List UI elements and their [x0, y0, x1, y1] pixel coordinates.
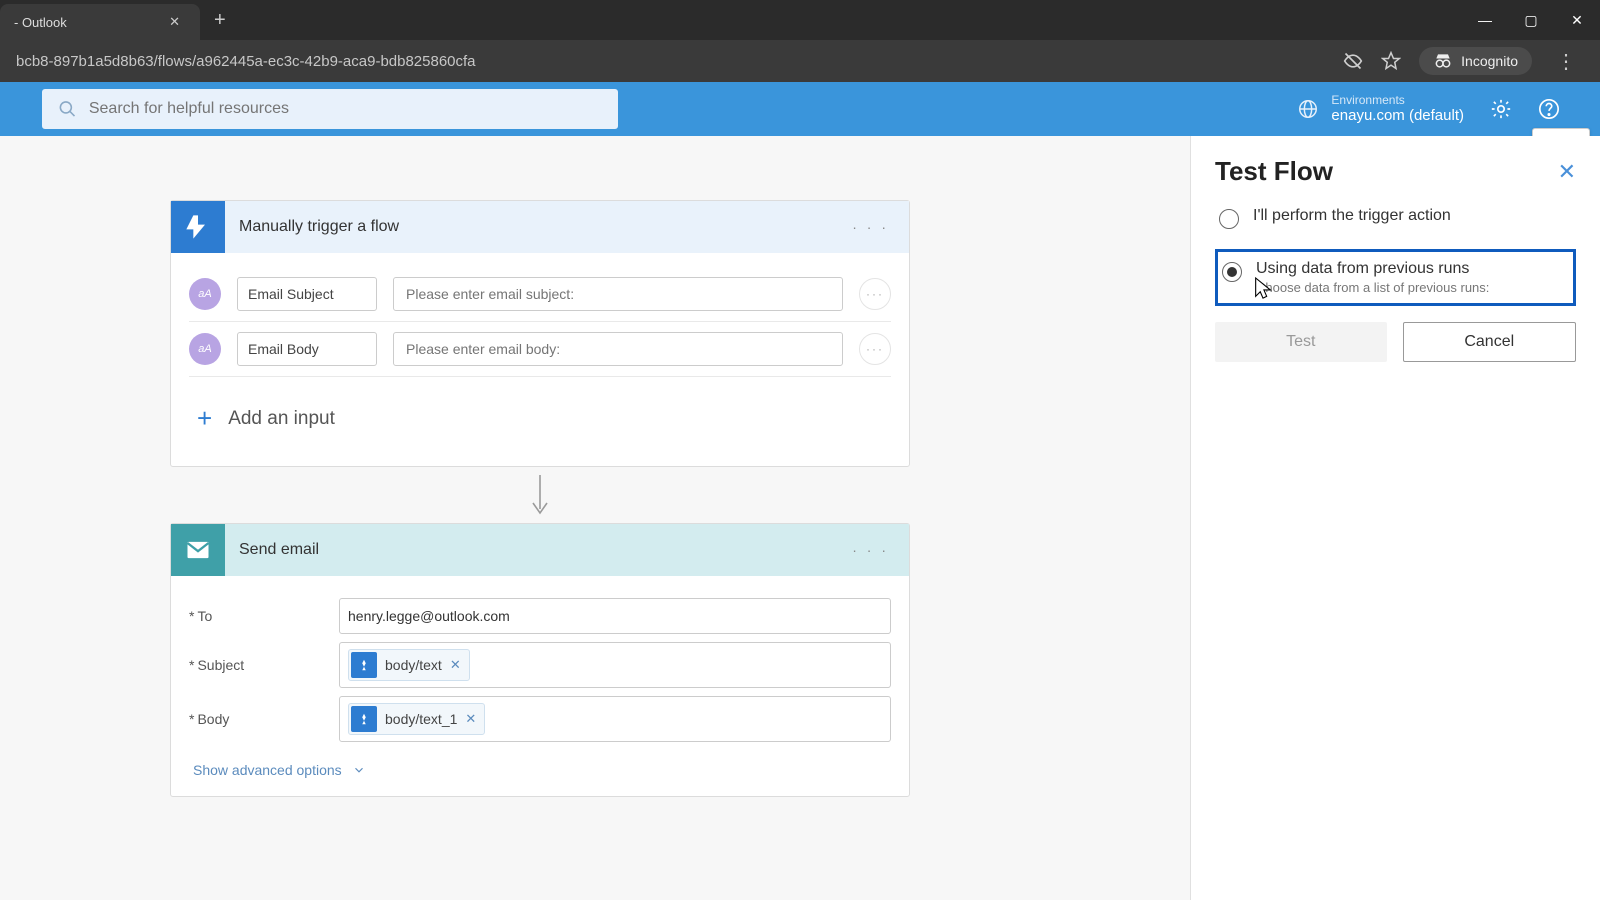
incognito-badge[interactable]: Incognito	[1419, 47, 1532, 75]
window-controls: — ▢ ✕	[1462, 0, 1600, 40]
gear-icon[interactable]	[1490, 98, 1512, 120]
eye-off-icon[interactable]	[1343, 51, 1363, 71]
param-menu-icon[interactable]: ···	[859, 333, 891, 365]
browser-menu-icon[interactable]: ⋮	[1550, 49, 1582, 74]
trigger-card-header[interactable]: Manually trigger a flow · · ·	[171, 201, 909, 253]
flow-arrow-icon	[170, 467, 910, 523]
token-remove-icon[interactable]: ✕	[465, 711, 476, 727]
subject-label: *Subject	[189, 657, 339, 673]
trigger-icon	[171, 201, 225, 253]
tab-close-icon[interactable]: ✕	[163, 12, 186, 32]
mail-icon	[171, 524, 225, 576]
param-value-input[interactable]	[393, 332, 843, 366]
app-header: Environments enayu.com (default) Close	[0, 82, 1600, 136]
show-advanced-toggle[interactable]: Show advanced options	[189, 750, 891, 782]
body-label: *Body	[189, 711, 339, 727]
tab-title: - Outlook	[14, 15, 67, 30]
env-name: enayu.com (default)	[1331, 107, 1464, 124]
star-icon[interactable]	[1381, 51, 1401, 71]
trigger-menu-icon[interactable]: · · ·	[852, 219, 889, 235]
dynamic-token[interactable]: body/text_1 ✕	[348, 703, 485, 735]
token-remove-icon[interactable]: ✕	[450, 657, 461, 673]
radio-label: I'll perform the trigger action	[1253, 207, 1451, 225]
email-card-header[interactable]: Send email · · ·	[171, 524, 909, 576]
new-tab-button[interactable]: +	[200, 9, 240, 32]
panel-close-icon[interactable]: ✕	[1558, 159, 1576, 185]
help-icon[interactable]	[1538, 98, 1560, 120]
address-bar: bcb8-897b1a5d8b63/flows/a962445a-ec3c-42…	[0, 40, 1600, 82]
param-name-input[interactable]	[237, 277, 377, 311]
email-title: Send email	[239, 541, 319, 559]
maximize-icon[interactable]: ▢	[1508, 0, 1554, 40]
cancel-button[interactable]: Cancel	[1403, 322, 1577, 362]
email-menu-icon[interactable]: · · ·	[852, 542, 889, 558]
environment-picker[interactable]: Environments enayu.com (default)	[1297, 94, 1464, 124]
close-window-icon[interactable]: ✕	[1554, 0, 1600, 40]
to-field[interactable]: henry.legge@outlook.com	[339, 598, 891, 634]
trigger-card: Manually trigger a flow · · · aA ··· aA …	[170, 200, 910, 467]
param-row: aA ···	[189, 277, 891, 311]
incognito-icon	[1433, 51, 1453, 71]
email-card: Send email · · · *To henry.legge@outlook…	[170, 523, 910, 797]
add-input-button[interactable]: + Add an input	[189, 385, 891, 452]
search-box[interactable]	[42, 89, 618, 129]
param-name-input[interactable]	[237, 332, 377, 366]
body-field[interactable]: body/text_1 ✕	[339, 696, 891, 742]
radio-label: Using data from previous runs	[1256, 260, 1489, 278]
test-button[interactable]: Test	[1215, 322, 1387, 362]
dynamic-token[interactable]: body/text ✕	[348, 649, 470, 681]
minimize-icon[interactable]: —	[1462, 0, 1508, 40]
dynamic-content-icon	[351, 706, 377, 732]
panel-title: Test Flow	[1215, 156, 1333, 187]
trigger-title: Manually trigger a flow	[239, 218, 399, 236]
env-label: Environments	[1331, 94, 1464, 107]
search-icon	[58, 99, 77, 119]
chevron-down-icon	[352, 763, 366, 777]
radio-icon	[1222, 262, 1242, 282]
browser-tab[interactable]: - Outlook ✕	[0, 4, 200, 40]
dynamic-content-icon	[351, 652, 377, 678]
radio-option-previous[interactable]: Using data from previous runs Choose dat…	[1215, 249, 1576, 306]
subject-field[interactable]: body/text ✕	[339, 642, 891, 688]
param-row: aA ···	[189, 332, 891, 366]
param-value-input[interactable]	[393, 277, 843, 311]
radio-option-manual[interactable]: I'll perform the trigger action	[1215, 197, 1576, 239]
to-label: *To	[189, 608, 339, 624]
test-flow-panel: Test Flow ✕ I'll perform the trigger act…	[1190, 136, 1600, 900]
text-param-icon: aA	[189, 278, 221, 310]
url-text[interactable]: bcb8-897b1a5d8b63/flows/a962445a-ec3c-42…	[16, 53, 476, 70]
search-input[interactable]	[89, 100, 602, 118]
browser-tab-strip: - Outlook ✕ + — ▢ ✕	[0, 0, 1600, 40]
text-param-icon: aA	[189, 333, 221, 365]
radio-icon	[1219, 209, 1239, 229]
radio-sublabel: Choose data from a list of previous runs…	[1256, 280, 1489, 295]
param-menu-icon[interactable]: ···	[859, 278, 891, 310]
globe-icon	[1297, 98, 1319, 120]
plus-icon: +	[197, 403, 212, 434]
incognito-label: Incognito	[1461, 53, 1518, 69]
add-input-label: Add an input	[228, 408, 335, 430]
